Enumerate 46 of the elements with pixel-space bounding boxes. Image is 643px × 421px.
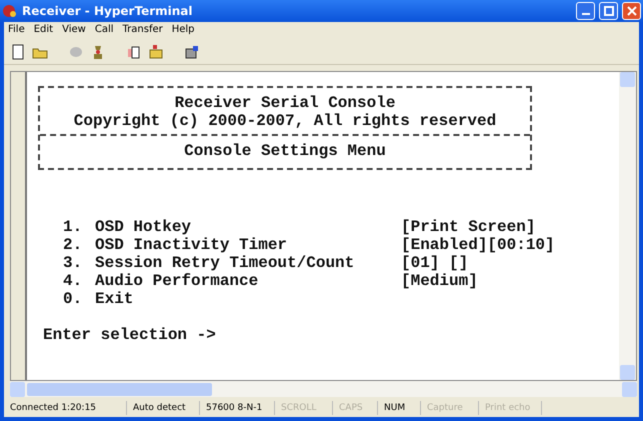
receive-icon[interactable]	[148, 44, 164, 60]
status-panel: 57600 8-N-1	[200, 401, 275, 415]
item-number: 4.	[63, 272, 84, 290]
window-title: Receiver - HyperTerminal	[22, 4, 194, 18]
item-label: OSD Hotkey	[95, 218, 192, 236]
menu-item[interactable]: File	[8, 24, 25, 38]
menu-item[interactable]: View	[62, 24, 86, 38]
minimize-button[interactable]	[576, 2, 595, 20]
app-icon	[2, 3, 18, 19]
new-document-icon[interactable]	[10, 44, 26, 60]
menu-item[interactable]: Call	[94, 24, 114, 38]
close-icon	[626, 6, 636, 16]
item-number: 0.	[63, 290, 84, 308]
menu-item[interactable]: Edit	[34, 24, 54, 38]
status-panel: Print echo	[479, 401, 542, 415]
prompt-text: Enter selection ->	[43, 326, 217, 344]
item-label: Session Retry Timeout/Count	[95, 254, 356, 272]
item-value: [Print Screen]	[401, 218, 536, 236]
close-button[interactable]	[622, 2, 641, 20]
item-value: [01] []	[401, 254, 470, 272]
menu-item[interactable]: Help	[172, 24, 195, 38]
item-number: 3.	[63, 254, 84, 272]
status-panel: NUM	[378, 401, 421, 415]
maximize-button[interactable]	[599, 2, 618, 20]
menu-title: Console Settings Menu	[183, 141, 387, 162]
item-label: Audio Performance	[95, 272, 260, 290]
menu-item[interactable]: Transfer	[122, 24, 163, 38]
send-icon[interactable]	[126, 44, 142, 60]
status-panel: CAPS	[333, 401, 378, 415]
item-number: 1.	[63, 218, 84, 236]
item-label: Exit	[95, 290, 134, 308]
item-value: [Enabled][00:10]	[401, 236, 556, 254]
status-panel: Auto detect	[127, 401, 200, 415]
horizontal-scrollbar[interactable]	[10, 381, 637, 397]
properties-icon[interactable]	[184, 44, 200, 60]
minimize-icon	[582, 13, 590, 15]
status-panel: SCROLL	[275, 401, 333, 415]
item-number: 2.	[63, 236, 84, 254]
item-value: [Medium]	[401, 272, 479, 290]
item-label: OSD Inactivity Timer	[95, 236, 288, 254]
vertical-scrollbar[interactable]	[619, 72, 636, 380]
status-panel: Connected 1:20:15	[4, 401, 127, 415]
status-panel: Capture	[421, 401, 479, 415]
terminal-text: Receiver Serial Console	[174, 94, 396, 112]
maximize-icon	[604, 6, 614, 16]
terminal-text: Copyright (c) 2000-2007, All rights reserved	[74, 112, 496, 130]
